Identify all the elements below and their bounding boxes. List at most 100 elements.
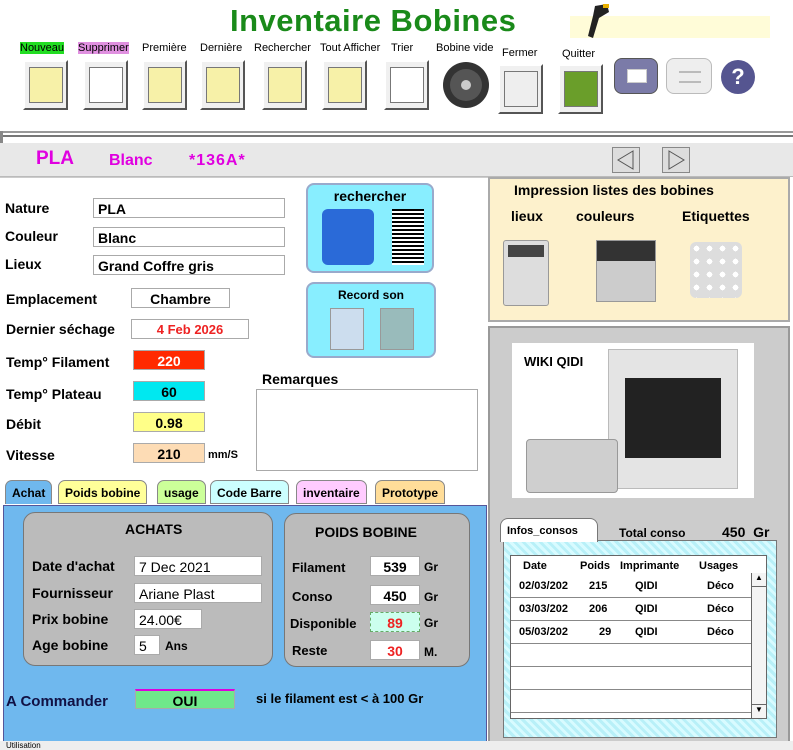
wiki-qidi-button[interactable]: WIKI QIDI [512, 343, 754, 498]
vitesse-label: Vitesse [6, 447, 55, 463]
next-record-button[interactable] [662, 147, 690, 173]
temp-filament-label: Temp° Filament [6, 354, 110, 370]
table-row[interactable]: 02/03/202 215 QIDI Déco [511, 576, 752, 598]
age-field[interactable]: 5 [134, 635, 160, 655]
total-conso-value: 450 Gr [722, 524, 770, 540]
search-button[interactable] [262, 60, 307, 110]
nature-label: Nature [5, 200, 50, 216]
tab-usage[interactable]: usage [157, 480, 206, 504]
disponible-unit: Gr [424, 616, 439, 630]
view-list-button[interactable] [666, 58, 712, 94]
couleur-label: Couleur [5, 228, 58, 244]
search-spool-button[interactable]: rechercher [306, 183, 434, 273]
lieux-label: Lieux [5, 256, 42, 272]
print-couleurs-button[interactable] [596, 240, 656, 302]
table-row[interactable]: 03/03/202 206 QIDI Déco [511, 599, 752, 621]
emplacement-field[interactable]: Chambre [131, 288, 230, 308]
debit-field[interactable]: 0.98 [133, 412, 205, 432]
print-etiquettes-button[interactable] [690, 242, 742, 298]
first-button[interactable] [142, 60, 187, 110]
empty-spool-button[interactable] [441, 60, 491, 110]
sechage-field[interactable]: 4 Feb 2026 [131, 319, 249, 339]
sort-button[interactable] [384, 60, 429, 110]
table-row[interactable] [511, 645, 752, 667]
toolbar-label-fermer: Fermer [502, 47, 538, 59]
tab-code-barre[interactable]: Code Barre [210, 480, 289, 504]
scroll-down-icon[interactable]: ▼ [752, 704, 766, 718]
toolbar-label-bobine-vide: Bobine vide [436, 42, 494, 54]
toolbar-label-nouveau: Nouveau [20, 42, 65, 54]
consos-cell-imprimante: QIDI [635, 603, 658, 615]
exit-door-icon [563, 71, 598, 107]
delete-button[interactable] [83, 60, 128, 110]
consos-grid[interactable]: Date Poids Imprimante Usages 02/03/202 21… [510, 555, 767, 719]
temp-plateau-field[interactable]: 60 [133, 381, 205, 401]
consos-cell-imprimante: QIDI [635, 626, 658, 638]
close-button[interactable] [498, 64, 543, 114]
form-view-icon [627, 69, 647, 83]
tab-poids-bobine[interactable]: Poids bobine [58, 480, 148, 504]
reste-label: Reste [292, 643, 328, 658]
remarques-field[interactable] [256, 389, 478, 471]
toolbar-label-premiere: Première [142, 42, 187, 54]
vitesse-field[interactable]: 210 [133, 443, 205, 463]
show-all-button[interactable] [322, 60, 367, 110]
app-title: Inventaire Bobines [230, 3, 517, 38]
poids-title: POIDS BOBINE [315, 524, 417, 540]
tab-prototype[interactable]: Prototype [375, 480, 446, 504]
tab-infos-consos[interactable]: Infos_consos [500, 518, 598, 542]
last-record-icon [205, 67, 240, 103]
sort-icon [389, 67, 424, 103]
toolbar-label-tout-afficher: Tout Afficher [320, 42, 381, 54]
prix-field[interactable]: 24.00€ [134, 609, 202, 629]
toolbar-label-supprimer: Supprimer [78, 42, 129, 54]
view-form-button[interactable] [614, 58, 658, 94]
table-row[interactable]: 05/03/202 29 QIDI Déco [511, 622, 752, 644]
age-unit: Ans [165, 639, 188, 653]
consos-col-usages: Usages [699, 560, 739, 572]
couleur-field[interactable]: Blanc [93, 227, 285, 247]
consos-cell-date: 02/03/202 [519, 580, 568, 592]
record-id: *136A* [189, 152, 246, 169]
fournisseur-field[interactable]: Ariane Plast [134, 583, 262, 603]
tab-inventaire[interactable]: inventaire [296, 480, 367, 504]
toolbar-label-derniere: Dernière [200, 42, 243, 54]
table-row[interactable] [511, 668, 752, 690]
conso-field[interactable]: 450 [370, 585, 420, 605]
consos-cell-imprimante: QIDI [635, 580, 658, 592]
tab-achat[interactable]: Achat [5, 480, 53, 504]
new-button[interactable] [23, 60, 68, 110]
filament-field[interactable]: 539 [370, 556, 420, 576]
table-row[interactable] [511, 691, 752, 713]
record-nature: PLA [36, 148, 74, 169]
reste-field[interactable]: 30 [370, 640, 420, 660]
consos-cell-usages: Déco [707, 626, 734, 638]
reste-unit: M. [424, 645, 438, 659]
scroll-up-icon[interactable]: ▲ [752, 573, 766, 587]
disponible-field[interactable]: 89 [370, 612, 420, 632]
temp-filament-field[interactable]: 220 [133, 350, 205, 370]
nature-field[interactable]: PLA [93, 198, 285, 218]
remarques-label: Remarques [262, 371, 339, 387]
lieux-field[interactable]: Grand Coffre gris [93, 255, 285, 275]
triangle-right-icon [668, 150, 685, 170]
spool-icon [443, 62, 489, 108]
prev-record-button[interactable] [612, 147, 640, 173]
record-sound-button[interactable]: Record son [306, 282, 436, 358]
quit-button[interactable] [558, 64, 603, 114]
record-sound-label: Record son [337, 288, 404, 302]
toolbar-label-quitter: Quitter [562, 48, 596, 60]
printer-3d-icon [608, 349, 738, 489]
search-icon [267, 67, 302, 103]
divider [0, 135, 793, 137]
commander-field[interactable]: OUI [135, 689, 235, 709]
fournisseur-label: Fournisseur [32, 585, 113, 601]
commander-label: A Commander [6, 693, 108, 710]
help-button[interactable]: ? [721, 60, 755, 94]
consos-scrollbar[interactable]: ▲ ▼ [751, 573, 766, 718]
date-achat-field[interactable]: 7 Dec 2021 [134, 556, 262, 576]
print-lieux-button[interactable] [503, 240, 549, 306]
show-all-icon [327, 67, 362, 103]
debit-label: Débit [6, 416, 41, 432]
last-button[interactable] [200, 60, 245, 110]
